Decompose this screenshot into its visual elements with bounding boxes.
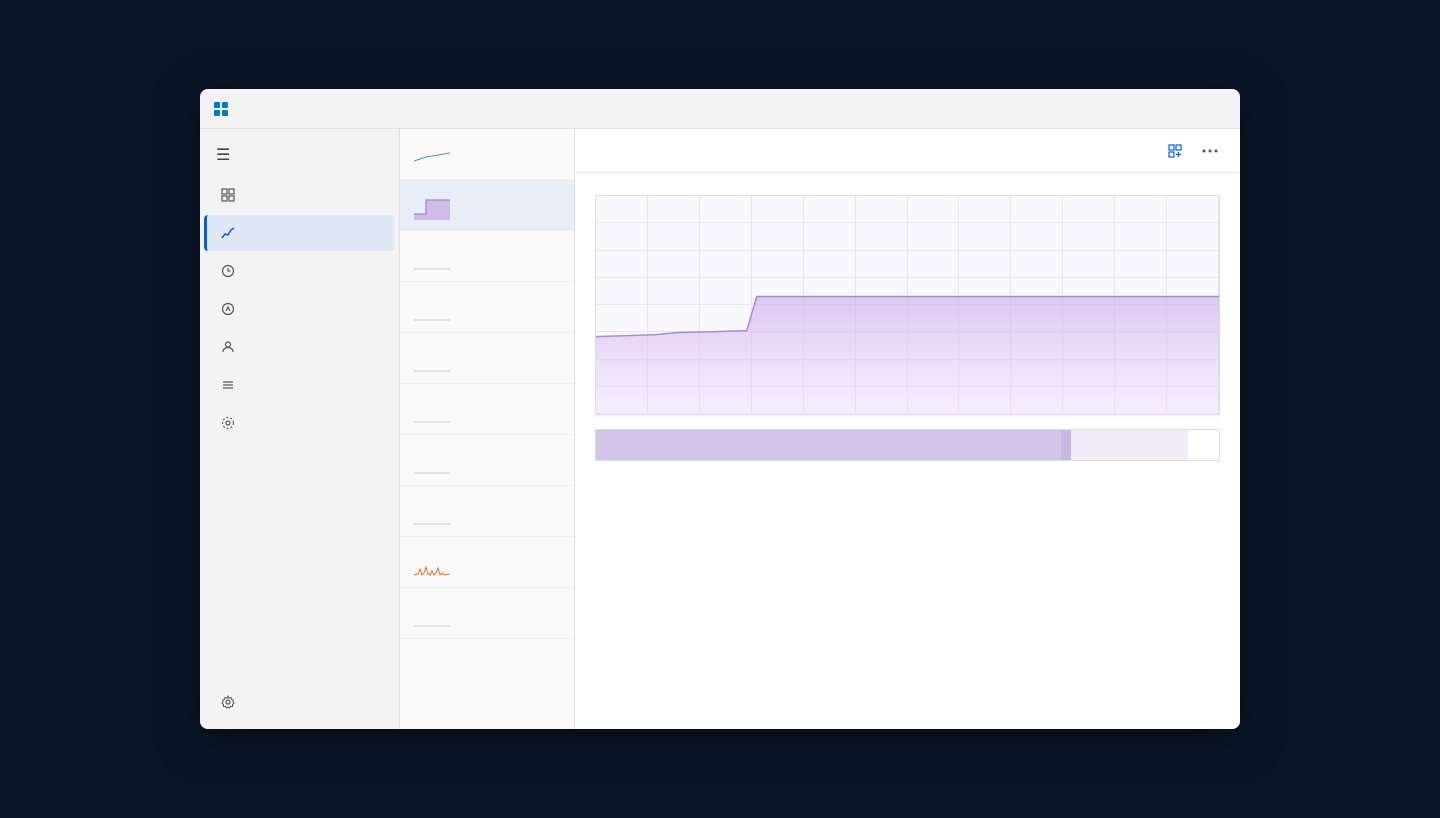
processes-icon — [220, 187, 236, 203]
run-new-task-button[interactable] — [1160, 140, 1196, 162]
left-stats — [595, 475, 1078, 487]
device-item-disk3[interactable] — [400, 384, 574, 435]
stat-paged-pool — [595, 485, 704, 487]
sidebar-item-startup-apps[interactable] — [204, 291, 395, 327]
stat-in-use — [595, 475, 704, 477]
memory-mini-chart — [414, 192, 450, 220]
device-item-disk0[interactable] — [400, 231, 574, 282]
device-item-disk2[interactable] — [400, 333, 574, 384]
sidebar-item-users[interactable] — [204, 329, 395, 365]
device-item-disk5[interactable] — [400, 486, 574, 537]
memory-chart: // Generate grid cells const grid = docu… — [595, 195, 1220, 415]
sidebar-item-details[interactable] — [204, 367, 395, 403]
device-item-memory[interactable] — [400, 180, 574, 231]
users-icon — [220, 339, 236, 355]
comp-in-use — [596, 430, 1061, 460]
main-content: ☰ — [200, 129, 1240, 729]
device-item-disk4[interactable] — [400, 435, 574, 486]
stat-cached — [969, 475, 1078, 477]
memory-chart-svg — [596, 196, 1219, 417]
composition-bar — [595, 429, 1220, 461]
sidebar-item-settings[interactable] — [204, 684, 395, 720]
disk3-mini-chart — [414, 396, 450, 424]
device-panel — [400, 129, 575, 729]
run-task-icon — [1168, 144, 1182, 158]
device-item-ethernet2[interactable] — [400, 588, 574, 639]
device-item-ethernet1[interactable] — [400, 537, 574, 588]
details-icon — [220, 377, 236, 393]
cpu-mini-chart — [414, 141, 450, 169]
panel-header — [575, 129, 1240, 173]
stat-non-paged — [720, 485, 829, 487]
more-icon — [1202, 149, 1218, 153]
device-item-cpu[interactable] — [400, 129, 574, 180]
right-stats — [1102, 475, 1220, 487]
settings-icon — [220, 694, 236, 710]
panel-body: // Generate grid cells const grid = docu… — [575, 173, 1240, 729]
comp-standby — [1071, 430, 1188, 460]
close-button[interactable] — [1182, 93, 1228, 125]
minimize-button[interactable] — [1090, 93, 1136, 125]
ethernet1-mini-chart — [414, 549, 450, 577]
maximize-button[interactable] — [1136, 93, 1182, 125]
stat-committed — [845, 475, 954, 477]
sidebar: ☰ — [200, 129, 400, 729]
ethernet2-mini-chart — [414, 600, 450, 628]
comp-free — [1188, 430, 1219, 460]
stats-grid — [595, 475, 1078, 487]
disk0-mini-chart — [414, 243, 450, 271]
more-options-button[interactable] — [1196, 137, 1224, 165]
right-panel: // Generate grid cells const grid = docu… — [575, 129, 1240, 729]
app-icon — [212, 100, 230, 118]
sidebar-item-services[interactable] — [204, 405, 395, 441]
hamburger-button[interactable]: ☰ — [200, 137, 399, 172]
titlebar — [200, 89, 1240, 129]
stat-available — [720, 475, 829, 477]
startup-icon — [220, 301, 236, 317]
sidebar-item-app-history[interactable] — [204, 253, 395, 289]
comp-modified — [1061, 430, 1071, 460]
task-manager-window: ☰ — [200, 89, 1240, 729]
disk4-mini-chart — [414, 447, 450, 475]
device-item-disk1[interactable] — [400, 282, 574, 333]
stats-section — [595, 475, 1220, 487]
disk2-mini-chart — [414, 345, 450, 373]
window-controls — [1090, 93, 1228, 125]
disk5-mini-chart — [414, 498, 450, 526]
performance-icon — [220, 225, 236, 241]
sidebar-item-processes[interactable] — [204, 177, 395, 213]
services-icon — [220, 415, 236, 431]
sidebar-item-performance[interactable] — [204, 215, 395, 251]
app-history-icon — [220, 263, 236, 279]
disk1-mini-chart — [414, 294, 450, 322]
